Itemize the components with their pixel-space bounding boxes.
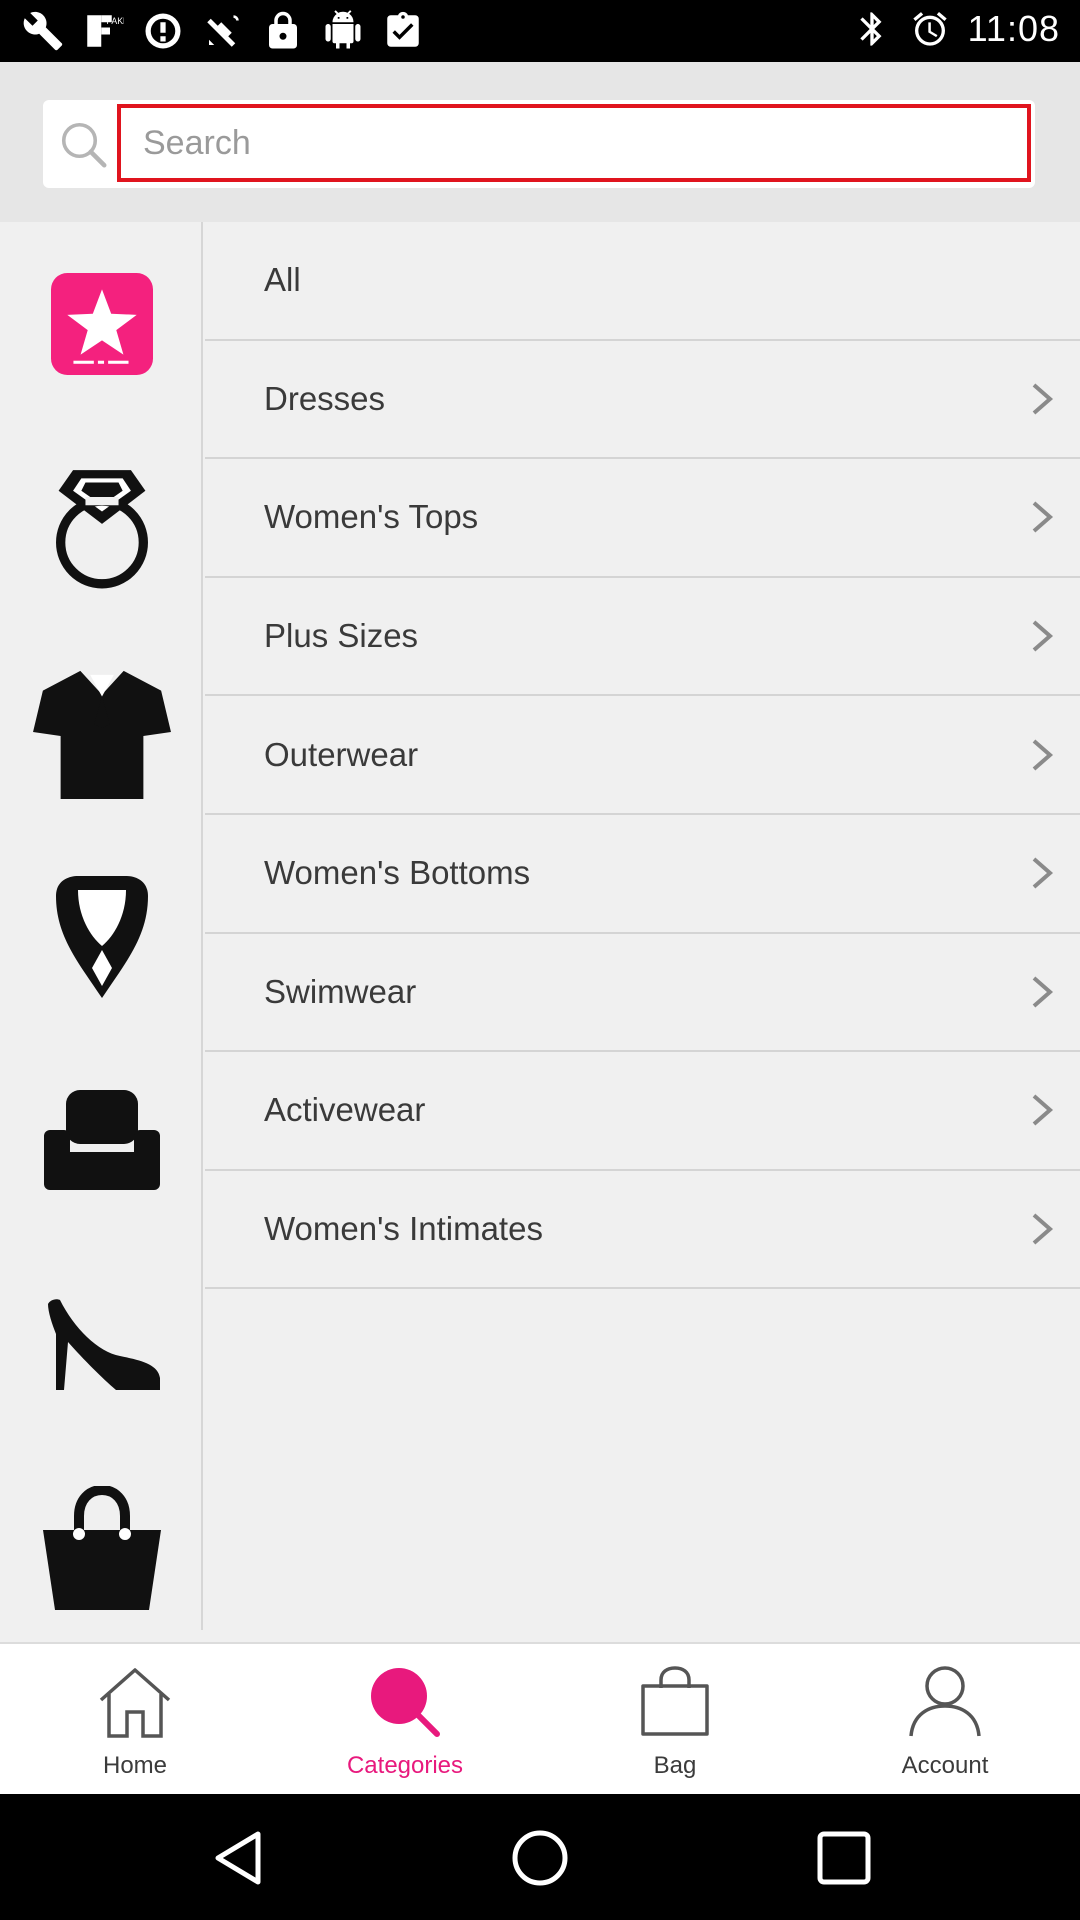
category-label: Women's Bottoms <box>264 854 531 892</box>
sofa-icon[interactable] <box>0 1090 203 1190</box>
nav-bag-label: Bag <box>653 1752 697 1779</box>
handbag-icon[interactable] <box>0 1486 203 1610</box>
chevron-right-icon <box>1032 1213 1054 1245</box>
category-item-womens-tops[interactable]: Women's Tops <box>205 459 1080 578</box>
category-item-womens-bottoms[interactable]: Women's Bottoms <box>205 815 1080 934</box>
necklace-icon[interactable] <box>0 876 203 998</box>
wrench-icon <box>23 11 63 51</box>
category-label: Women's Intimates <box>264 1210 543 1248</box>
category-label: Swimwear <box>264 972 417 1010</box>
chevron-right-icon <box>1032 857 1054 889</box>
category-item-womens-intimates[interactable]: Women's Intimates <box>205 1171 1080 1290</box>
chevron-right-icon <box>1032 739 1054 771</box>
nav-home[interactable]: Home <box>0 1644 270 1794</box>
system-nav-bar <box>0 1794 1080 1920</box>
fake-gps-icon: FAKE <box>87 15 125 47</box>
recents-icon[interactable] <box>814 1828 874 1888</box>
chevron-right-icon <box>1032 383 1054 415</box>
svg-text:FAKE: FAKE <box>107 16 125 26</box>
category-label: Plus Sizes <box>264 617 419 655</box>
status-left-icons: FAKE <box>22 10 424 52</box>
category-label: Activewear <box>264 1091 426 1129</box>
nav-account[interactable]: Account <box>810 1644 1080 1794</box>
search-input[interactable] <box>117 104 1031 182</box>
satellite-icon <box>207 15 239 47</box>
nav-categories-label: Categories <box>346 1752 464 1779</box>
bluetooth-icon <box>859 12 882 46</box>
status-time: 11:08 <box>967 8 1060 49</box>
nav-home-label: Home <box>102 1752 168 1779</box>
category-item-all[interactable]: All <box>205 222 1080 341</box>
categories-search-icon <box>371 1668 440 1737</box>
bottom-nav: Home Categories Bag Account <box>0 1642 1080 1794</box>
status-right-icons: 11:08 <box>852 8 1060 50</box>
category-label: All <box>264 261 301 299</box>
lock-icon <box>269 11 297 49</box>
category-list: All Dresses Women's Tops Plus Sizes Oute… <box>205 222 1080 1290</box>
category-label: Dresses <box>264 379 386 417</box>
category-label: Outerwear <box>264 735 419 773</box>
category-item-plus-sizes[interactable]: Plus Sizes <box>205 578 1080 697</box>
category-item-swimwear[interactable]: Swimwear <box>205 934 1080 1053</box>
category-item-dresses[interactable]: Dresses <box>205 341 1080 460</box>
chevron-right-icon <box>1032 1094 1054 1126</box>
nav-bag[interactable]: Bag <box>540 1644 810 1794</box>
category-item-activewear[interactable]: Activewear <box>205 1052 1080 1171</box>
sync-icon <box>145 13 181 49</box>
android-icon <box>325 10 361 49</box>
chevron-right-icon <box>1032 976 1054 1008</box>
search-box <box>43 100 1035 188</box>
top-shirt-icon[interactable] <box>0 664 203 800</box>
nav-account-label: Account <box>901 1752 989 1779</box>
category-icon-column <box>0 222 203 1630</box>
back-icon[interactable] <box>208 1828 268 1888</box>
category-item-outerwear[interactable]: Outerwear <box>205 696 1080 815</box>
home-icon <box>99 1668 171 1738</box>
home-button-icon[interactable] <box>510 1828 570 1888</box>
account-icon <box>909 1666 981 1737</box>
featured-star-icon[interactable] <box>0 272 203 376</box>
alarm-icon <box>912 12 947 46</box>
clipboard-check-icon <box>387 11 419 47</box>
chevron-right-icon <box>1032 620 1054 652</box>
search-bar-container <box>0 62 1080 222</box>
bag-icon <box>641 1666 709 1736</box>
ring-icon[interactable] <box>0 466 203 590</box>
status-bar: FAKE 11:08 <box>0 0 1080 62</box>
nav-categories[interactable]: Categories <box>270 1644 540 1794</box>
high-heel-icon[interactable] <box>0 1298 203 1390</box>
search-icon[interactable] <box>57 118 111 172</box>
chevron-right-icon <box>1032 501 1054 533</box>
category-label: Women's Tops <box>264 498 479 536</box>
